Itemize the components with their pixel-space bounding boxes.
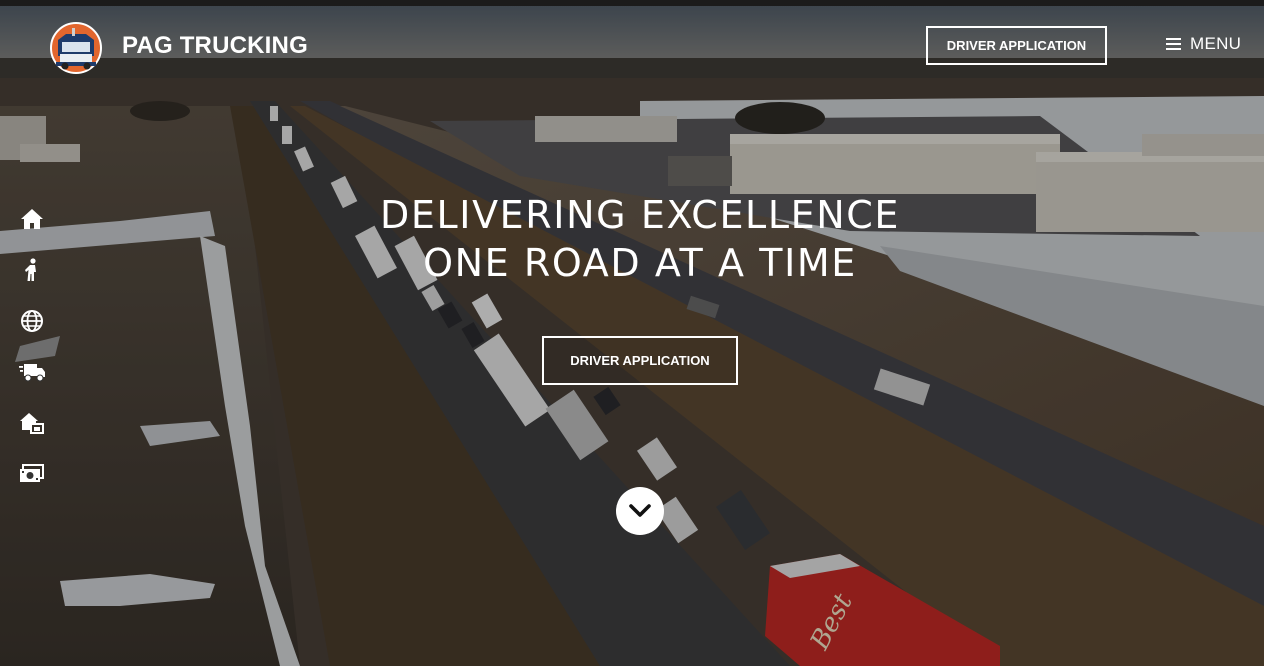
menu-toggle[interactable]: MENU — [1166, 34, 1241, 54]
house-building-icon[interactable] — [18, 410, 46, 436]
hero-driver-application-button[interactable]: DRIVER APPLICATION — [542, 336, 738, 385]
side-icon-rail — [18, 206, 46, 512]
chevron-down-icon — [629, 504, 651, 517]
truck-fast-icon[interactable] — [18, 359, 46, 385]
hero-headline-line-1: DELIVERING EXCELLENCE — [380, 193, 900, 237]
money-bill-icon[interactable] — [18, 461, 46, 487]
scroll-down-button[interactable] — [616, 487, 664, 535]
globe-icon[interactable] — [18, 308, 46, 334]
menu-label: MENU — [1190, 34, 1242, 53]
header-driver-application-button[interactable]: DRIVER APPLICATION — [926, 26, 1107, 65]
hero-headline-line-2: ONE ROAD AT A TIME — [423, 241, 857, 285]
hamburger-icon — [1166, 37, 1181, 51]
person-walking-icon[interactable] — [18, 257, 46, 283]
brand-name[interactable]: PAG TRUCKING — [122, 32, 308, 60]
site-header: PAG TRUCKING DRIVER APPLICATION MENU — [0, 6, 1264, 82]
home-icon[interactable] — [18, 206, 46, 232]
top-edge-strip — [0, 0, 1264, 6]
hero-headline: DELIVERING EXCELLENCE ONE ROAD AT A TIME — [300, 191, 980, 287]
semi-truck-logo-icon[interactable] — [48, 20, 104, 76]
